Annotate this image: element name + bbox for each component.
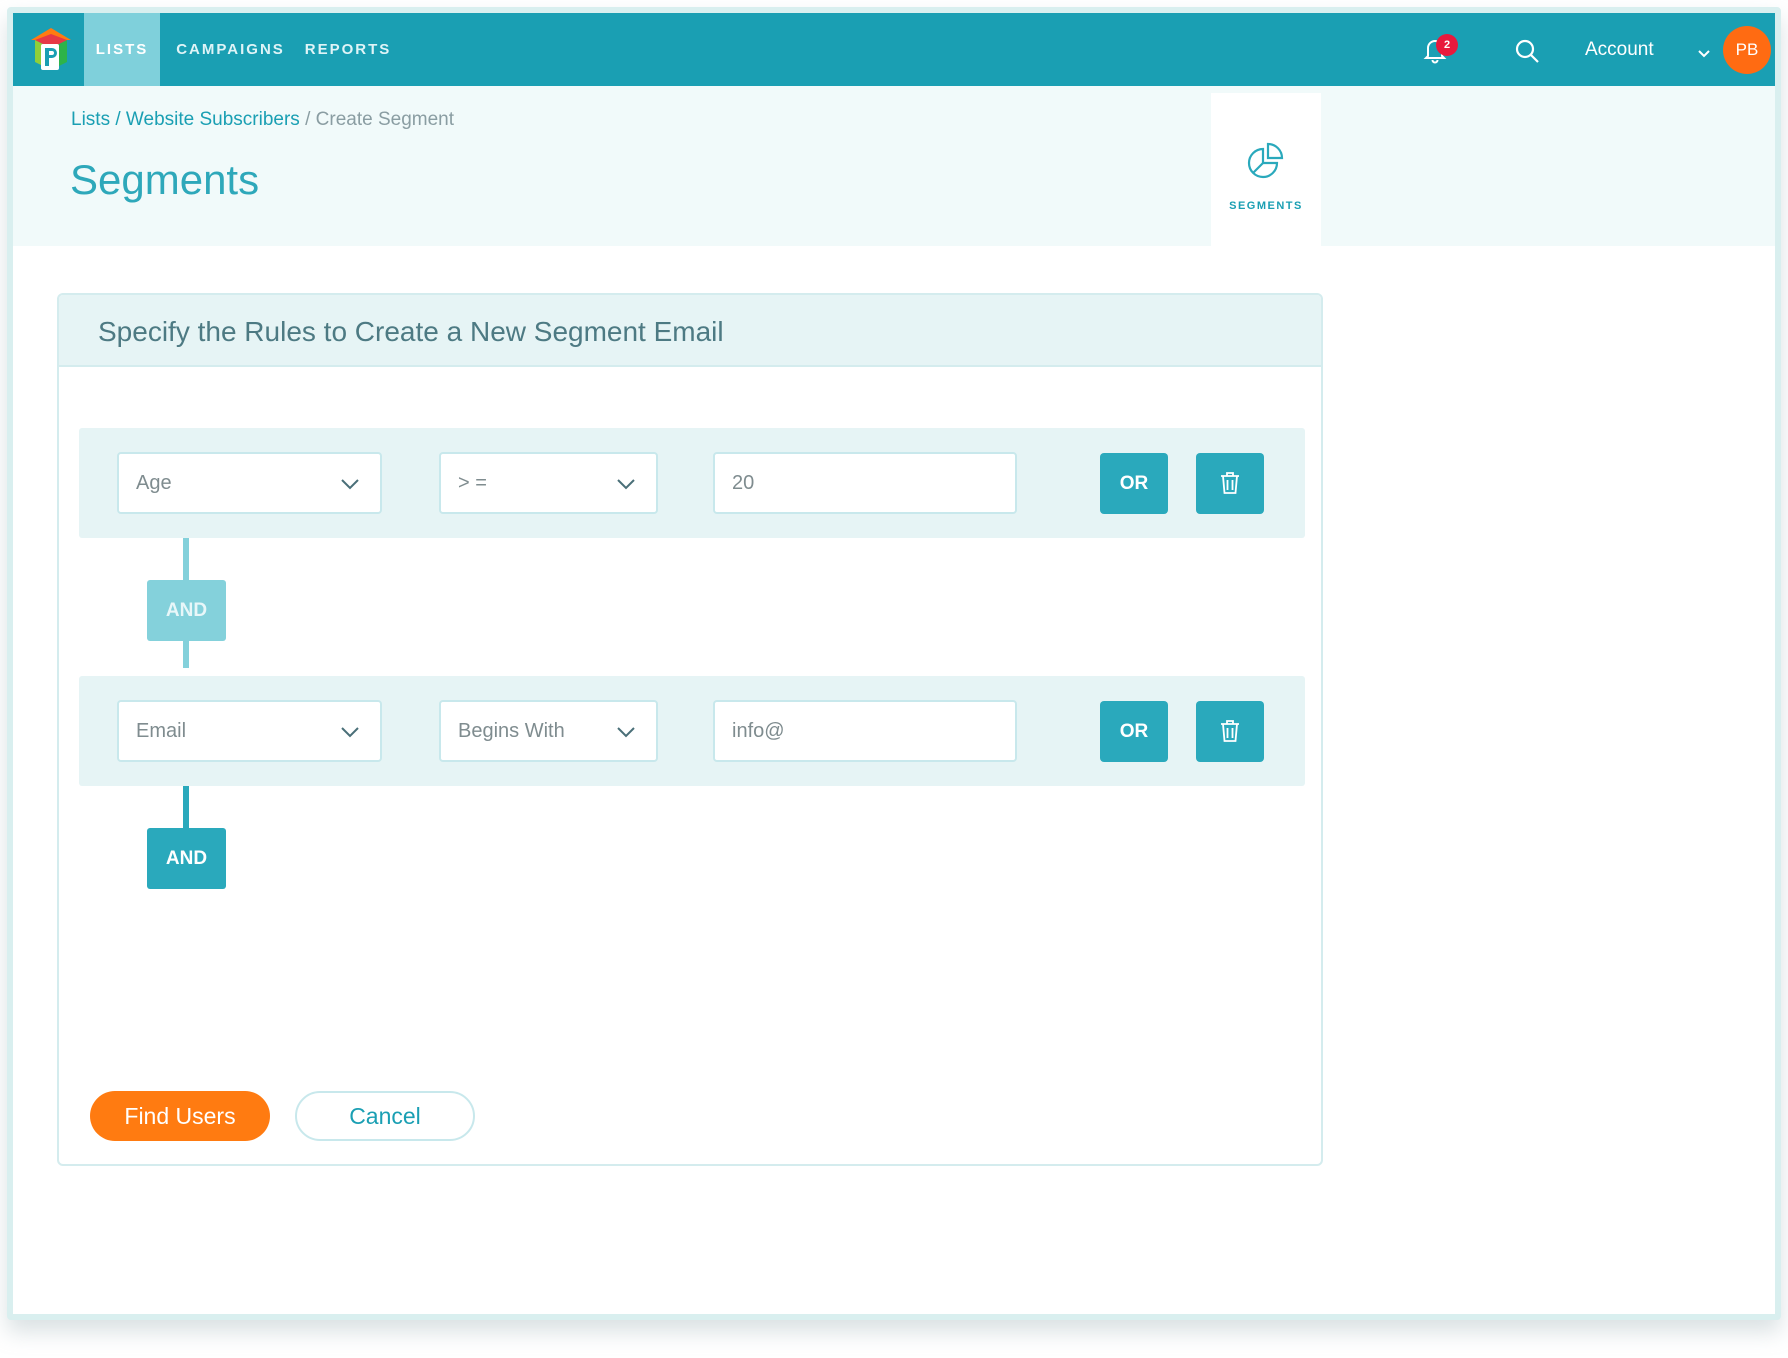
- card-header: Specify the Rules to Create a New Segmen…: [59, 295, 1321, 367]
- operator-select-value: > =: [458, 472, 487, 494]
- breadcrumb: Lists / Website Subscribers / Create Seg…: [71, 109, 454, 131]
- connector-line: [183, 786, 189, 831]
- delete-rule-button[interactable]: [1196, 701, 1264, 762]
- breadcrumb-current: / Create Segment: [305, 109, 455, 130]
- breadcrumb-separator: /: [110, 109, 126, 130]
- field-select[interactable]: Age: [117, 452, 382, 514]
- or-button[interactable]: OR: [1100, 453, 1168, 514]
- notification-badge: 2: [1436, 34, 1458, 56]
- account-menu[interactable]: Account: [1585, 13, 1654, 86]
- avatar[interactable]: PB: [1723, 26, 1771, 74]
- chevron-down-icon: [617, 727, 635, 738]
- top-nav: LISTS CAMPAIGNS REPORTS 2 Account PB: [13, 13, 1775, 86]
- operator-select[interactable]: > =: [439, 452, 658, 514]
- operator-select-value: Begins With: [458, 720, 565, 742]
- chevron-down-icon: [341, 479, 359, 490]
- tab-reports[interactable]: REPORTS: [298, 13, 398, 86]
- value-input-text: info@: [732, 720, 785, 742]
- card-title: Specify the Rules to Create a New Segmen…: [98, 316, 724, 347]
- and-button[interactable]: AND: [147, 580, 226, 641]
- value-input-text: 20: [732, 472, 755, 494]
- field-select-value: Email: [136, 720, 187, 742]
- rule-row: Age > = 20 OR: [79, 428, 1305, 538]
- field-select-value: Age: [136, 472, 172, 494]
- app-window: LISTS CAMPAIGNS REPORTS 2 Account PB Lis…: [7, 7, 1781, 1320]
- field-select[interactable]: Email: [117, 700, 382, 762]
- trash-icon: [1221, 720, 1239, 742]
- pie-chart-icon: [1247, 142, 1284, 179]
- and-button[interactable]: AND: [147, 828, 226, 889]
- logo-icon[interactable]: [27, 26, 75, 74]
- page-title: Segments: [70, 156, 260, 203]
- delete-rule-button[interactable]: [1196, 453, 1264, 514]
- value-input[interactable]: info@: [713, 700, 1017, 762]
- breadcrumb-lists-link[interactable]: Lists: [71, 109, 110, 130]
- rule-row: Email Begins With info@ OR: [79, 676, 1305, 786]
- segment-rules-card: Specify the Rules to Create a New Segmen…: [57, 293, 1323, 1166]
- chevron-down-icon: [341, 727, 359, 738]
- cancel-button[interactable]: Cancel: [295, 1091, 475, 1141]
- trash-icon: [1221, 472, 1239, 494]
- tab-campaigns[interactable]: CAMPAIGNS: [173, 13, 288, 86]
- segments-tab-label: SEGMENTS: [1229, 200, 1303, 212]
- search-icon[interactable]: [1513, 37, 1541, 65]
- find-users-button[interactable]: Find Users: [90, 1091, 270, 1141]
- breadcrumb-list-link[interactable]: Website Subscribers: [126, 109, 300, 130]
- operator-select[interactable]: Begins With: [439, 700, 658, 762]
- segments-tab[interactable]: SEGMENTS: [1211, 93, 1321, 246]
- or-button[interactable]: OR: [1100, 701, 1168, 762]
- value-input[interactable]: 20: [713, 452, 1017, 514]
- chevron-down-icon: [617, 479, 635, 490]
- chevron-down-icon[interactable]: [1696, 46, 1712, 58]
- tab-lists[interactable]: LISTS: [84, 13, 160, 86]
